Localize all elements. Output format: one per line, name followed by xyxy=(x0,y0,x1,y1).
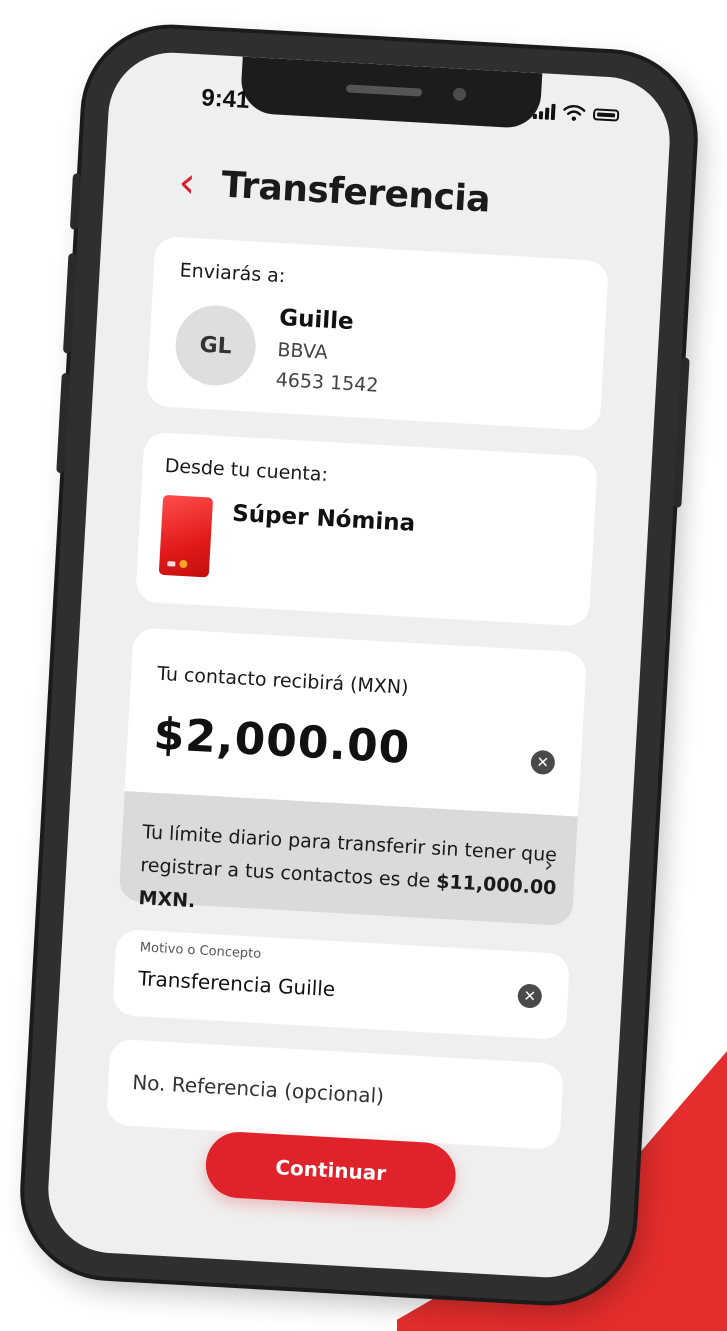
recipient-label: Enviarás a: xyxy=(179,259,286,288)
source-account-name: Súper Nómina xyxy=(231,500,416,537)
reference-input[interactable]: No. Referencia (opcional) xyxy=(132,1070,385,1108)
daily-limit-text: Tu límite diario para transferir sin ten… xyxy=(138,821,558,913)
source-account-card[interactable]: Desde tu cuenta: Súper Nómina xyxy=(135,431,598,627)
amount-label: Tu contacto recibirá (MXN) xyxy=(156,662,410,699)
header: ‹ Transferencia xyxy=(177,157,492,221)
recipient-bank: BBVA xyxy=(276,338,329,364)
continue-button[interactable]: Continuar xyxy=(204,1130,458,1211)
app-screen: 9:41 ‹ Transferencia Enviarás a: GL Guil… xyxy=(44,49,674,1281)
clear-amount-icon[interactable]: ✕ xyxy=(530,749,556,776)
reference-field[interactable]: No. Referencia (opcional) xyxy=(105,1038,565,1150)
status-icons xyxy=(532,103,620,124)
camera xyxy=(452,87,467,102)
daily-limit-banner[interactable]: Tu límite diario para transferir sin ten… xyxy=(118,791,578,927)
page-title: Transferencia xyxy=(220,164,492,221)
signal-icon xyxy=(532,103,556,121)
concept-input[interactable]: Transferencia Guille xyxy=(138,966,336,1001)
debit-card-icon xyxy=(158,494,214,578)
phone-mockup: 9:41 ‹ Transferencia Enviarás a: GL Guil… xyxy=(19,23,699,1307)
battery-icon xyxy=(592,108,620,122)
speaker xyxy=(345,84,423,97)
source-label: Desde tu cuenta: xyxy=(164,454,329,486)
chevron-right-icon: › xyxy=(543,852,554,879)
recipient-name: Guille xyxy=(278,305,355,336)
status-time: 9:41 xyxy=(200,84,251,114)
back-chevron-icon[interactable]: ‹ xyxy=(177,157,197,207)
amount-input[interactable]: $2,000.00 xyxy=(152,709,411,774)
concept-field[interactable]: Motivo o Concepto Transferencia Guille ✕ xyxy=(112,928,571,1041)
avatar: GL xyxy=(173,303,258,388)
recipient-card: Enviarás a: GL Guille BBVA 4653 1542 xyxy=(146,235,609,432)
recipient-account: 4653 1542 xyxy=(275,368,379,397)
wifi-icon xyxy=(563,104,586,121)
concept-label: Motivo o Concepto xyxy=(139,940,262,962)
clear-concept-icon[interactable]: ✕ xyxy=(517,983,543,1009)
amount-card: Tu contacto recibirá (MXN) $2,000.00 ✕ T… xyxy=(118,627,588,927)
